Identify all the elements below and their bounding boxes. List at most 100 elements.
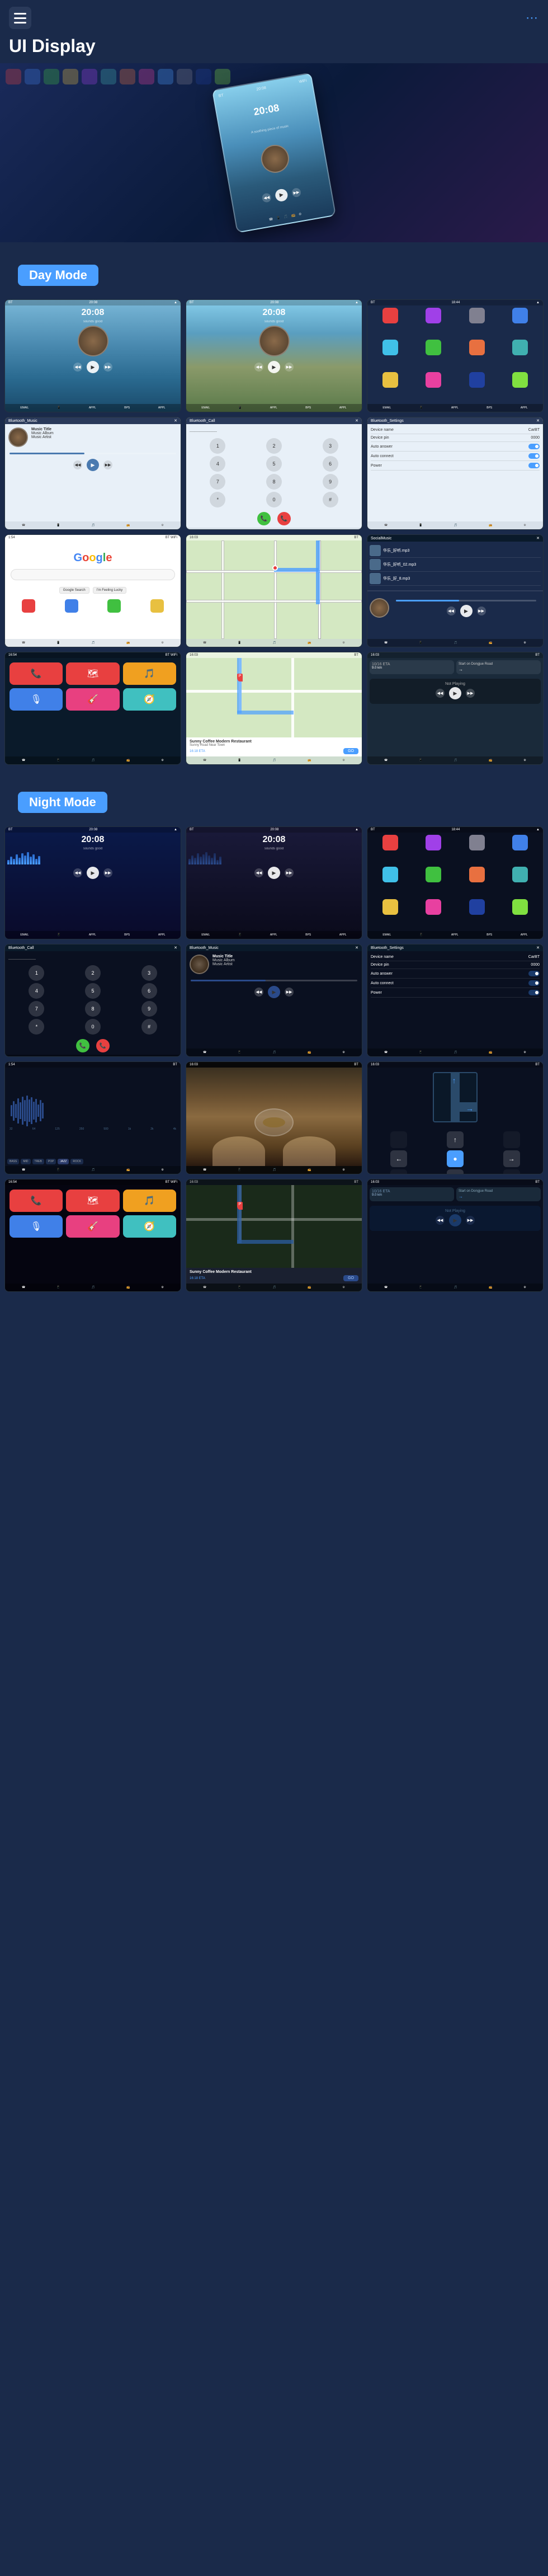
app-radio[interactable] [426,372,441,388]
power-toggle[interactable] [528,463,540,468]
night-power-toggle[interactable] [528,990,540,995]
night-prev-1[interactable]: ◀◀ [73,868,82,877]
eq-preset-4[interactable]: POP [46,1159,56,1164]
night-auto-answer-toggle[interactable] [528,971,540,976]
night-large-app-4[interactable]: 🎙 [10,1215,63,1238]
arrow-center[interactable]: ● [447,1150,464,1167]
night-large-app-3[interactable]: 🎵 [123,1190,176,1212]
large-app-spotify[interactable]: 🎸 [66,688,119,711]
night-app-1[interactable] [382,835,398,850]
prev-1[interactable]: ◀◀ [73,363,82,372]
night-large-app-5[interactable]: 🎸 [66,1215,119,1238]
night-app-4[interactable] [512,835,528,850]
next-btn[interactable]: ▶▶ [291,187,302,198]
night-dial-6[interactable]: 6 [141,983,157,999]
night-bt-next[interactable]: ▶▶ [285,988,294,996]
night-app-7[interactable] [469,867,485,882]
night-call-btn[interactable]: 📞 [76,1039,89,1052]
night-np-next[interactable]: ▶▶ [466,1216,475,1225]
night-dial-0[interactable]: 0 [85,1019,101,1035]
night-dial-1[interactable]: 1 [29,965,44,981]
social-next[interactable]: ▶▶ [477,607,486,615]
night-large-app-2[interactable]: 🗺 [66,1190,119,1212]
app-carplay[interactable] [426,340,441,355]
go-button[interactable]: GO [343,748,358,754]
music-item-1[interactable]: 华乐_好听.mp3 [370,544,541,558]
night-app-6[interactable] [426,867,441,882]
google-search-bar[interactable] [11,569,175,580]
large-app-maps[interactable]: 🗺 [66,662,119,685]
dial-0[interactable]: 0 [266,492,282,507]
app-maps[interactable] [382,340,398,355]
night-dial-star[interactable]: * [29,1019,44,1035]
arrow-right[interactable]: → [503,1150,520,1167]
dial-7[interactable]: 7 [210,474,225,490]
arrow-br[interactable] [503,1169,520,1174]
large-app-waze[interactable]: 🧭 [123,688,176,711]
app-bt[interactable] [469,340,485,355]
eq-preset-6[interactable]: ROCK [70,1159,83,1164]
night-bt-prev[interactable]: ◀◀ [254,988,263,996]
night-app-5[interactable] [382,867,398,882]
bt-next[interactable]: ▶▶ [103,460,112,469]
prev-2[interactable]: ◀◀ [254,363,263,372]
arrow-up[interactable]: ↑ [447,1131,464,1148]
dial-8[interactable]: 8 [266,474,282,490]
night-app-10[interactable] [426,899,441,915]
nav-dots-icon[interactable]: ⋯ [526,11,539,25]
night-end-call-btn[interactable]: 📞 [96,1039,110,1052]
eq-preset-5[interactable]: JAZZ [58,1159,69,1164]
night-app-12[interactable] [512,899,528,915]
night-np-play[interactable]: ▶ [449,1214,461,1226]
np-next[interactable]: ▶▶ [466,689,475,698]
large-app-phone[interactable]: 📞 [10,662,63,685]
night-go-button[interactable]: GO [343,1275,358,1281]
night-dial-8[interactable]: 8 [85,1001,101,1017]
arrow-tr[interactable] [503,1131,520,1148]
bt-prev[interactable]: ◀◀ [73,460,82,469]
auto-answer-toggle[interactable] [528,444,540,449]
arrow-bl[interactable] [390,1169,407,1174]
app-wifi[interactable] [512,340,528,355]
night-next-2[interactable]: ▶▶ [285,868,294,877]
np-play[interactable]: ▶ [449,687,461,699]
arrow-left[interactable]: ← [390,1150,407,1167]
eq-preset-1[interactable]: BASS [7,1159,19,1164]
night-app-9[interactable] [382,899,398,915]
app-media[interactable] [512,372,528,388]
night-play-1[interactable]: ▶ [87,867,99,879]
dial-6[interactable]: 6 [323,456,338,472]
play-2[interactable]: ▶ [268,361,280,373]
play-1[interactable]: ▶ [87,361,99,373]
music-item-2[interactable]: 华乐_好听_02.mp3 [370,558,541,572]
dial-star[interactable]: * [210,492,225,507]
night-large-app-6[interactable]: 🧭 [123,1215,176,1238]
night-app-3[interactable] [469,835,485,850]
dial-4[interactable]: 4 [210,456,225,472]
social-prev[interactable]: ◀◀ [447,607,456,615]
night-dial-5[interactable]: 5 [85,983,101,999]
dial-hash[interactable]: # [323,492,338,507]
night-dial-7[interactable]: 7 [29,1001,44,1017]
app-phone[interactable] [382,308,398,323]
bt-play[interactable]: ▶ [87,459,99,471]
night-auto-connect-toggle[interactable] [528,980,540,986]
night-np-prev[interactable]: ◀◀ [436,1216,445,1225]
night-dial-2[interactable]: 2 [85,965,101,981]
shortcut-3[interactable] [107,599,121,613]
night-app-2[interactable] [426,835,441,850]
prev-btn[interactable]: ◀◀ [261,192,272,203]
eq-preset-3[interactable]: TREB [32,1159,44,1164]
large-app-music[interactable]: 🎵 [123,662,176,685]
dial-2[interactable]: 2 [266,438,282,454]
arrow-tl[interactable] [390,1131,407,1148]
night-dial-4[interactable]: 4 [29,983,44,999]
google-lucky-btn[interactable]: I'm Feeling Lucky [93,587,127,594]
social-play[interactable]: ▶ [460,605,473,617]
night-app-11[interactable] [469,899,485,915]
end-call-btn[interactable]: 📞 [277,512,291,525]
shortcut-2[interactable] [65,599,78,613]
night-dial-hash[interactable]: # [141,1019,157,1035]
app-settings[interactable] [512,308,528,323]
eq-preset-2[interactable]: MID [21,1159,30,1164]
